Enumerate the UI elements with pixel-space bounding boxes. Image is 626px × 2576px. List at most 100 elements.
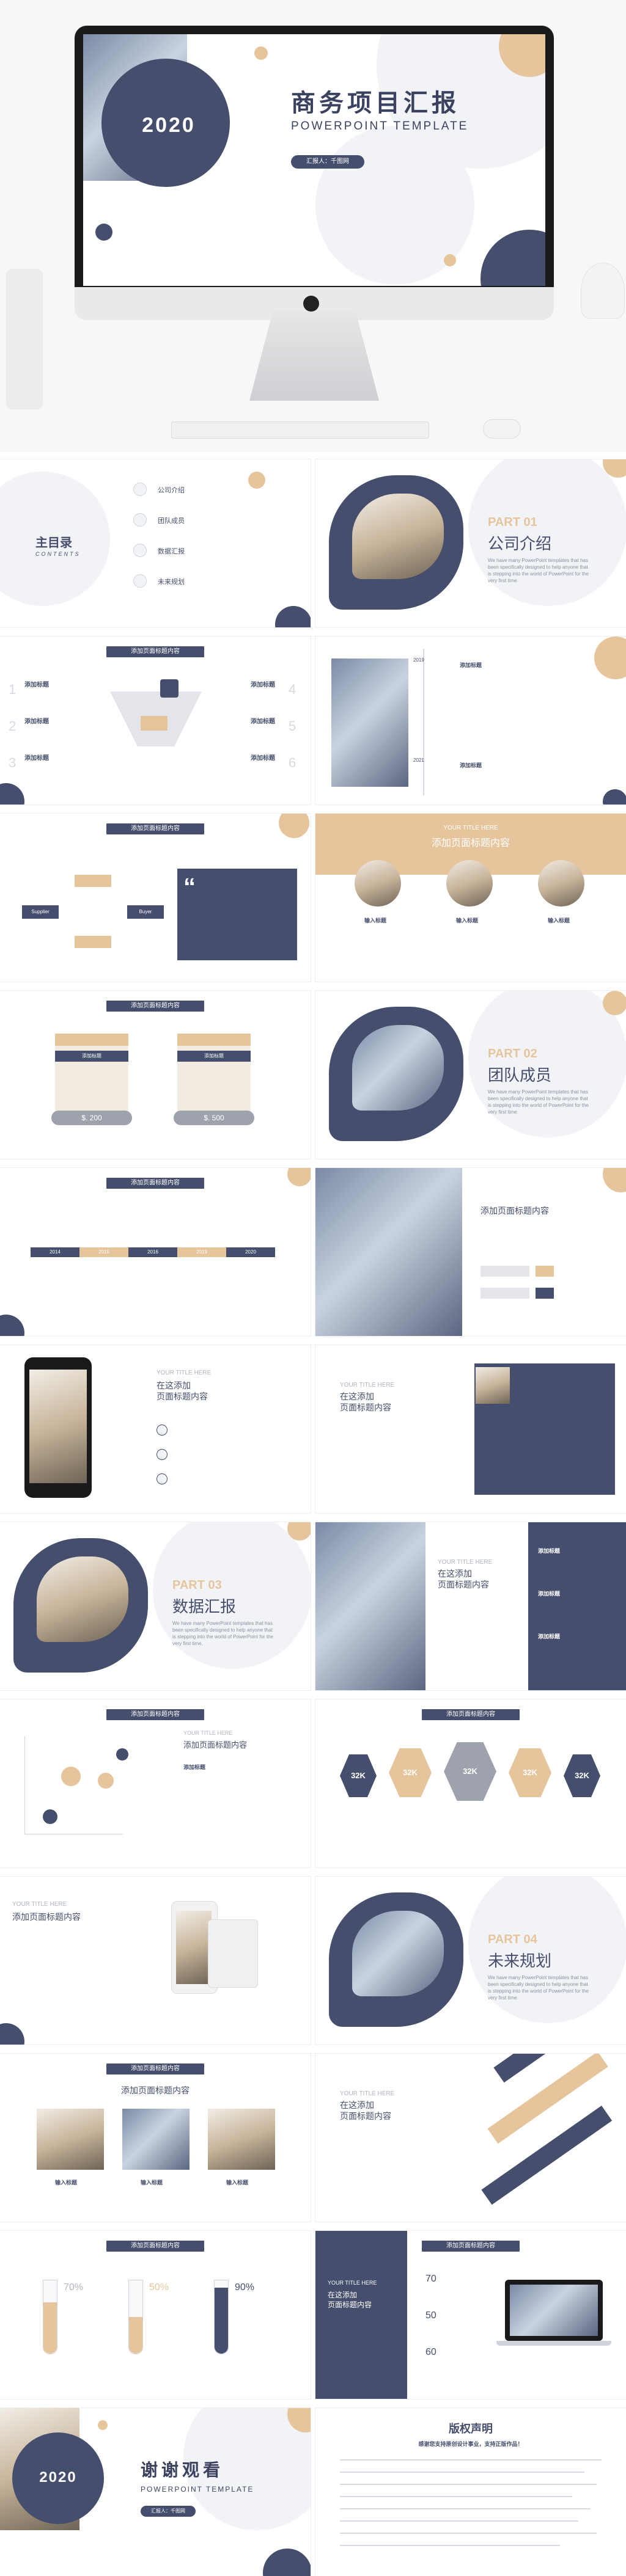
stat-5: 32K	[564, 1754, 600, 1797]
page-title-pill: 添加页面标题内容	[106, 2241, 204, 2252]
slide-team-photos: YOUR TITLE HERE 添加页面标题内容 输入标题 输入标题 输入标题	[315, 814, 626, 982]
scatter-item: 添加标题	[183, 1764, 206, 1770]
laptop-title-en: YOUR TITLE HERE	[328, 2280, 377, 2286]
slide-funnel: 添加页面标题内容 添加标题 添加标题 添加标题 添加标题 添加标题 添加标题 1…	[0, 637, 311, 805]
slide-part01: PART 01 公司介绍 We have many PowerPoint tem…	[315, 459, 626, 627]
page-title-pill: 添加页面标题内容	[106, 1709, 204, 1720]
slide-timeline: 2019 2021 添加标题 添加标题	[315, 637, 626, 805]
kettle-decoration	[581, 263, 625, 319]
year-3: 2016	[147, 1249, 158, 1255]
part02-desc: We have many PowerPoint templates that h…	[488, 1089, 589, 1115]
contents-item-1: 公司介绍	[158, 487, 185, 494]
team-title: 添加页面标题内容	[431, 838, 510, 848]
quotes-title-1: 在这添加	[340, 1392, 374, 1401]
slide-part04: PART 04 未来规划 We have many PowerPoint tem…	[315, 1877, 626, 2045]
page-title-pill: 添加页面标题内容	[422, 2241, 520, 2252]
big-3: 60	[425, 2347, 436, 2357]
funnel-num-1: 1	[9, 682, 17, 697]
flow-supplier: Supplier	[22, 905, 59, 919]
slide-city-list: 添加页面标题内容	[315, 1168, 626, 1336]
vase-decoration	[6, 269, 43, 409]
slide-phone-checklist: YOUR TITLE HERE 在这添加 页面标题内容	[0, 1345, 311, 1513]
contents-subtitle: CONTENTS	[35, 551, 81, 557]
photo-caption-1: 输入标题	[55, 2180, 78, 2186]
quote-icon: “	[183, 874, 196, 900]
stripes-title-2: 页面标题内容	[340, 2111, 391, 2121]
building-photo	[331, 659, 408, 787]
copyright-lead: 感谢您支持原创设计事业，支持正版作品！	[418, 2441, 523, 2447]
quotes-title-2: 页面标题内容	[340, 1403, 391, 1412]
arch-item-2: 添加标题	[538, 1591, 561, 1597]
stripes-title-1: 在这添加	[340, 2100, 374, 2110]
funnel-num-6: 6	[289, 755, 296, 770]
team-name-1: 输入标题	[364, 918, 387, 924]
photo-caption-3: 输入标题	[226, 2180, 249, 2186]
cover-year: 2020	[142, 114, 196, 137]
city-photo	[315, 1168, 462, 1336]
slide-mobile: YOUR TITLE HERE 添加页面标题内容	[0, 1877, 311, 2045]
funnel-num-3: 3	[9, 755, 17, 770]
photos-title: 添加页面标题内容	[121, 2085, 190, 2095]
part04-tag: PART 04	[488, 1933, 537, 1946]
page-title-pill: 添加页面标题内容	[422, 1709, 520, 1720]
funnel-num-4: 4	[289, 682, 296, 697]
timeline-title-2: 添加标题	[460, 762, 482, 768]
contents-item-3: 数据汇报	[158, 548, 185, 555]
check-icon	[156, 1449, 168, 1460]
arch-title-1: 在这添加	[438, 1569, 472, 1578]
stat-1: 32K	[340, 1754, 377, 1797]
arch-item-1: 添加标题	[538, 1548, 561, 1554]
year-5: 2020	[245, 1249, 256, 1255]
arch-photo	[315, 1522, 425, 1690]
year-4: 2019	[177, 1247, 226, 1257]
part02-title: 团队成员	[488, 1066, 552, 1084]
stat-4: 32K	[509, 1748, 551, 1797]
end-reporter: 汇报人：千图网	[141, 2506, 196, 2517]
funnel-title-6: 添加标题	[251, 755, 275, 762]
percent-3: 90%	[235, 2282, 255, 2293]
check-icon	[156, 1425, 168, 1436]
end-year: 2020	[39, 2469, 77, 2486]
apple-logo-icon	[303, 296, 319, 312]
part01-title: 公司介绍	[488, 535, 552, 553]
part02-tag: PART 02	[488, 1047, 537, 1060]
scatter-title: 添加页面标题内容	[183, 1740, 248, 1750]
timeline-year-2: 2021	[413, 757, 424, 763]
part01-desc: We have many PowerPoint templates that h…	[488, 558, 589, 583]
arch-title-2: 页面标题内容	[438, 1580, 489, 1589]
part03-tag: PART 03	[172, 1578, 222, 1592]
year-2: 2015	[79, 1247, 128, 1257]
slide-years: 添加页面标题内容 2014 2015 2016 2019 2020	[0, 1168, 311, 1336]
phone-title-2: 页面标题内容	[156, 1392, 208, 1401]
cover-reporter: 汇报人：千图网	[291, 155, 364, 169]
mobile-title: 添加页面标题内容	[12, 1912, 81, 1922]
team-title-en: YOUR TITLE HERE	[443, 825, 498, 831]
monitor: 2020 商务项目汇报 POWERPOINT TEMPLATE 汇报人：千图网	[75, 26, 554, 313]
page-title-pill: 添加页面标题内容	[106, 1178, 204, 1189]
team-name-2: 输入标题	[456, 918, 479, 924]
timeline-year-1: 2019	[413, 657, 424, 663]
funnel-num-2: 2	[9, 718, 17, 734]
contents-item-4: 未来规划	[158, 578, 185, 586]
percent-1: 70%	[64, 2282, 84, 2293]
slide-scatter: 添加页面标题内容 YOUR TITLE HERE 添加页面标题内容 添加标题	[0, 1699, 311, 1867]
photo-caption-2: 输入标题	[141, 2180, 163, 2186]
cover-slide: 2020 商务项目汇报 POWERPOINT TEMPLATE 汇报人：千图网	[83, 34, 545, 286]
stripes-title-en: YOUR TITLE HERE	[340, 2090, 395, 2097]
slide-pricing: 添加页面标题内容 添加标题 添加标题 $. 200 $. 500	[0, 991, 311, 1159]
slide-contents: 主目录 CONTENTS 公司介绍 团队成员 数据汇报 未来规划	[0, 459, 311, 627]
price-b: $. 500	[174, 1111, 254, 1125]
funnel-title-4: 添加标题	[251, 682, 275, 688]
slide-end: 2020 谢谢观看 POWERPOINT TEMPLATE 汇报人：千图网	[0, 2408, 311, 2576]
big-1: 70	[425, 2274, 436, 2284]
slide-copyright: 版权声明 感谢您支持原创设计事业，支持正版作品！	[315, 2408, 626, 2576]
big-2: 50	[425, 2310, 436, 2321]
scatter-title-en: YOUR TITLE HERE	[183, 1730, 233, 1736]
pricing-title-2: 添加标题	[177, 1051, 251, 1062]
end-subtitle: POWERPOINT TEMPLATE	[141, 2485, 254, 2494]
part04-desc: We have many PowerPoint templates that h…	[488, 1975, 589, 2001]
slide-three-photos: 添加页面标题内容 添加页面标题内容 输入标题 输入标题 输入标题	[0, 2054, 311, 2222]
monitor-stand	[249, 312, 379, 401]
city-title: 添加页面标题内容	[481, 1206, 549, 1216]
end-title: 谢谢观看	[141, 2461, 224, 2479]
